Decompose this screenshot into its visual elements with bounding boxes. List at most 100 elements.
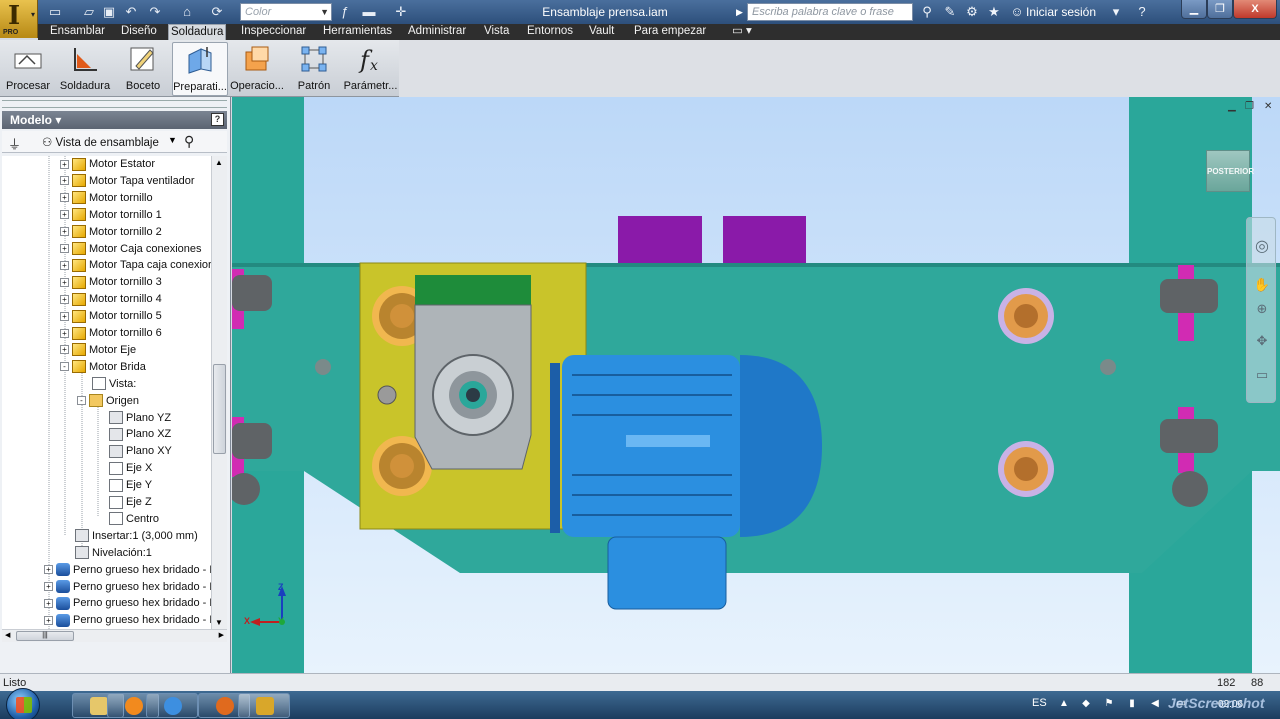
scroll-right-icon[interactable]: ▶ <box>219 631 224 639</box>
community-icon[interactable]: ⚙ <box>963 3 981 21</box>
tree-item[interactable]: + Motor tornillo 2 <box>60 224 162 241</box>
return-icon[interactable]: ⌂ <box>178 3 196 21</box>
tree-item[interactable]: Eje Z <box>94 494 152 511</box>
help-search-input[interactable]: Escriba palabra clave o frase <box>747 3 913 21</box>
open-file-icon[interactable]: ▱ <box>80 3 98 21</box>
fx-parameters-icon[interactable]: ƒ <box>336 3 354 21</box>
chevron-down-icon[interactable]: ▾ <box>1107 3 1125 21</box>
pan-hand-icon[interactable]: ✋ <box>1253 276 1271 294</box>
tools-icon[interactable]: ✎ <box>941 3 959 21</box>
tree-item[interactable]: + Motor tornillo 5 <box>60 308 162 325</box>
tree-vscroll-thumb[interactable] <box>213 364 226 454</box>
tree-item[interactable]: - Motor Brida <box>60 359 146 376</box>
redo-icon[interactable]: ↷ <box>146 3 164 21</box>
tab-vault[interactable]: Vault <box>587 24 616 40</box>
chevron-down-icon[interactable]: ▼ <box>168 135 177 145</box>
taskbar-ie[interactable] <box>146 693 198 718</box>
close-button[interactable]: X <box>1233 0 1277 19</box>
assembly-view-select[interactable]: ⚇ Vista de ensamblaje <box>42 135 159 149</box>
tree-item[interactable]: Plano YZ <box>94 410 171 427</box>
tree-item[interactable]: + Perno grueso hex bridado - M <box>44 595 211 612</box>
procesar-button[interactable]: Procesar <box>2 42 54 96</box>
favorites-star-icon[interactable]: ★ <box>985 3 1003 21</box>
collapse-icon[interactable]: - <box>60 362 69 372</box>
ribbon-options-icon[interactable]: ▭ ▾ <box>730 24 754 40</box>
patron-button[interactable]: Patrón <box>289 42 339 96</box>
tab-vista[interactable]: Vista <box>482 24 511 40</box>
tree-item[interactable]: + Perno grueso hex bridado - M <box>44 562 211 579</box>
viewport-close-icon[interactable]: ✕ <box>1264 101 1272 112</box>
expand-icon[interactable]: + <box>60 244 69 254</box>
expand-icon[interactable]: + <box>44 565 53 575</box>
network-icon[interactable]: ▮ <box>1126 698 1138 710</box>
tree-horizontal-scrollbar[interactable]: ◀ ||| ▶ <box>2 629 227 642</box>
tab-administrar[interactable]: Administrar <box>406 24 468 40</box>
tray-expand-icon[interactable]: ▲ <box>1058 698 1070 710</box>
volume-icon[interactable]: ◀ <box>1149 698 1161 710</box>
undo-icon[interactable]: ↶ <box>122 3 140 21</box>
tray-app-icon[interactable]: ◆ <box>1080 698 1092 710</box>
tree-item[interactable]: + Motor Tapa caja conexior <box>60 257 211 274</box>
tree-item[interactable]: Eje Y <box>94 477 152 494</box>
expand-icon[interactable]: + <box>60 328 69 338</box>
update-icon[interactable]: ⟳ <box>208 3 226 21</box>
tree-item[interactable]: Insertar:1 (3,000 mm) <box>60 528 198 545</box>
preparaciones-button[interactable]: Preparati... <box>172 42 228 96</box>
minimize-button[interactable]: ▁ <box>1181 0 1207 19</box>
scroll-up-icon[interactable]: ▲ <box>215 158 223 167</box>
expand-icon[interactable]: + <box>44 582 53 592</box>
viewcube[interactable]: POSTERIOR <box>1206 150 1254 192</box>
view-face-icon[interactable]: ▭ <box>1253 366 1271 384</box>
tree-item[interactable]: + Motor tornillo 6 <box>60 325 162 342</box>
help-icon[interactable]: ? <box>1133 3 1151 21</box>
color-override-select[interactable]: Color ▼ <box>240 3 332 21</box>
tree-item[interactable]: + Motor tornillo 4 <box>60 291 162 308</box>
tree-item[interactable]: + Perno grueso hex bridado - M <box>44 579 211 596</box>
tab-para-empezar[interactable]: Para empezar <box>632 24 708 40</box>
expand-icon[interactable]: + <box>60 210 69 220</box>
measure-icon[interactable]: ▬ <box>360 3 378 21</box>
tree-hscroll-thumb[interactable]: ||| <box>16 631 74 641</box>
graphics-viewport[interactable]: Z X Y POSTERIOR ▁ ❐ ✕ ◎ ✋ ⊕ ✥ ▭ <box>232 97 1280 673</box>
panel-grip[interactable] <box>2 100 227 108</box>
tree-item[interactable]: Centro <box>94 511 159 528</box>
binoculars-icon[interactable]: ⚲ <box>918 3 936 21</box>
tree-item[interactable]: - Origen <box>77 393 139 410</box>
tree-item[interactable]: Eje X <box>94 460 152 477</box>
tree-item[interactable]: + Motor Estator <box>60 156 155 173</box>
scroll-left-icon[interactable]: ◀ <box>5 631 10 639</box>
expand-icon[interactable]: + <box>60 277 69 287</box>
tree-item[interactable]: + Motor Eje <box>60 342 136 359</box>
tab-inspeccionar[interactable]: Inspeccionar <box>239 24 308 40</box>
viewport-restore-icon[interactable]: ❐ <box>1245 101 1254 112</box>
language-indicator[interactable]: ES <box>1032 697 1047 709</box>
collapse-icon[interactable]: - <box>77 396 86 406</box>
parametros-button[interactable]: fx Parámetr... <box>343 42 398 96</box>
start-button[interactable] <box>6 688 40 719</box>
expand-icon[interactable]: + <box>60 159 69 169</box>
tab-soldadura[interactable]: Soldadura <box>168 24 227 40</box>
tree-item[interactable]: + Motor tornillo <box>60 190 153 207</box>
tray-flag-icon[interactable]: ⚑ <box>1103 698 1115 710</box>
user-icon[interactable]: ☺ <box>1008 3 1026 21</box>
taskbar-inventor[interactable] <box>238 693 290 718</box>
maximize-button[interactable]: ❐ <box>1207 0 1233 19</box>
tree-item[interactable]: + Perno grueso hex bridado - M <box>44 612 211 629</box>
operaciones-button[interactable]: Operacio... <box>229 42 285 96</box>
zoom-icon[interactable]: ⊕ <box>1253 300 1271 318</box>
expand-icon[interactable]: + <box>60 345 69 355</box>
soldadura-button[interactable]: Soldadura <box>56 42 114 96</box>
viewport-minimize-icon[interactable]: ▁ <box>1228 101 1236 112</box>
expand-icon[interactable]: + <box>60 260 69 270</box>
save-icon[interactable]: ▣ <box>100 3 118 21</box>
signin-link[interactable]: Iniciar sesión <box>1026 0 1096 24</box>
app-menu-button[interactable]: I PRO ▾ <box>0 0 38 38</box>
filter-icon[interactable]: ⏚ <box>8 134 21 153</box>
browser-help-icon[interactable]: ? <box>211 113 224 126</box>
tab-diseno[interactable]: Diseño <box>119 24 159 40</box>
expand-icon[interactable]: + <box>60 176 69 186</box>
new-file-icon[interactable]: ▭ <box>46 3 64 21</box>
tree-item[interactable]: Nivelación:1 <box>60 545 152 562</box>
tree-vertical-scrollbar[interactable]: ▲ ▼ <box>211 156 227 629</box>
expand-icon[interactable]: + <box>60 227 69 237</box>
